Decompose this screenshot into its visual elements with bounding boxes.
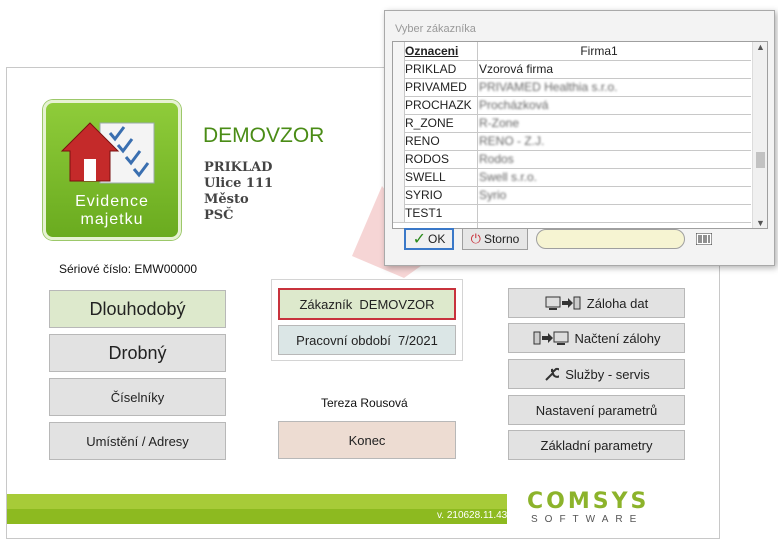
customer-name: PRIVAMED Healthia s.r.o. — [479, 80, 618, 94]
row-selector[interactable] — [393, 60, 405, 78]
customer-code: SWELL — [405, 170, 446, 184]
customer-name: RENO - Z.J. — [479, 134, 545, 148]
customer-code: PRIVAMED — [405, 80, 467, 94]
address-line: PRIKLAD — [204, 160, 273, 175]
button-label: Pracovní období 7/2021 — [296, 332, 438, 348]
button-label: Nastavení parametrů — [535, 402, 658, 418]
customer-row[interactable]: SWELL Swell s.r.o. — [393, 168, 751, 187]
address-line: Město — [204, 192, 249, 207]
small-assets-button[interactable]: Drobný — [49, 334, 226, 372]
customer-name: Syrio — [479, 188, 507, 202]
button-label: Drobný — [108, 342, 167, 363]
button-label: Číselníky — [110, 389, 165, 405]
button-label: Základní parametry — [540, 437, 653, 453]
user-name: Tereza Rousová — [321, 396, 408, 410]
exit-button[interactable]: Konec — [278, 421, 456, 459]
button-label: Zákazník DEMOVZOR — [299, 296, 435, 312]
row-selector — [393, 42, 405, 60]
row-selector[interactable] — [393, 132, 405, 150]
customer-name: Rodos — [479, 152, 514, 166]
customer-row[interactable]: R_ZONE R-Zone — [393, 114, 751, 133]
checkmark-icon: ✓ — [412, 231, 427, 248]
brand-subtitle: SOFTWARE — [531, 514, 644, 525]
customer-code: PROCHAZK — [405, 98, 472, 112]
customer-row[interactable]: SYRIO Syrio — [393, 186, 751, 205]
row-selector[interactable] — [393, 204, 405, 222]
column-header-name[interactable]: Firma1 — [479, 44, 719, 58]
backup-button[interactable]: Záloha dat — [508, 288, 685, 318]
row-selector[interactable] — [393, 186, 405, 204]
customer-grid: Oznaceni Firma1 PRIKLAD Vzorová firma PRIV… — [392, 41, 768, 229]
customer-code: TEST1 — [405, 206, 443, 220]
search-input[interactable] — [536, 229, 685, 249]
scroll-thumb[interactable] — [756, 152, 765, 168]
customer-button[interactable]: Zákazník DEMOVZOR — [278, 288, 456, 320]
power-icon: ⏻ — [470, 231, 481, 246]
customer-row[interactable]: RENO RENO - Z.J. — [393, 132, 751, 151]
customer-select-dialog: Vyber zákazníka Oznaceni Firma1 PRIKLAD V… — [384, 10, 775, 266]
serial-number: Sériové číslo: EMW00000 — [59, 262, 198, 276]
button-label: Služby - servis — [565, 366, 650, 382]
address-line: Ulice 111 — [204, 176, 274, 191]
footer-bar-strip — [7, 509, 507, 524]
row-selector[interactable] — [393, 96, 405, 114]
row-selector[interactable] — [393, 78, 405, 96]
customer-row[interactable]: PROCHAZK Procházková — [393, 96, 751, 115]
scroll-up-icon[interactable]: ▲ — [756, 42, 765, 52]
customer-row[interactable]: RODOS Rodos — [393, 150, 751, 169]
column-header-code[interactable]: Oznaceni — [405, 44, 477, 58]
wrench-icon — [543, 366, 560, 382]
button-label: Storno — [483, 232, 520, 246]
button-label: Načtení zálohy — [574, 330, 661, 346]
row-selector[interactable] — [393, 168, 405, 186]
version-label: v. 210628.11.43 — [437, 510, 508, 521]
customer-row[interactable]: PRIVAMED PRIVAMED Healthia s.r.o. — [393, 78, 751, 97]
grid-header: Oznaceni Firma1 — [393, 42, 751, 61]
period-button[interactable]: Pracovní období 7/2021 — [278, 325, 456, 355]
scroll-down-icon[interactable]: ▼ — [756, 218, 765, 228]
services-button[interactable]: Služby - servis — [508, 359, 685, 389]
customer-name: Procházková — [479, 98, 549, 112]
basic-params-button[interactable]: Základní parametry — [508, 430, 685, 460]
logo-line-2: majetku — [80, 211, 144, 228]
brand-name: COMSYS — [527, 489, 650, 514]
barcode-icon[interactable] — [696, 233, 712, 245]
codebooks-button[interactable]: Číselníky — [49, 378, 226, 416]
row-selector[interactable] — [393, 150, 405, 168]
button-label: Dlouhodobý — [89, 298, 186, 319]
customer-code: R_ZONE — [405, 116, 454, 130]
locations-button[interactable]: Umístění / Adresy — [49, 422, 226, 460]
long-term-assets-button[interactable]: Dlouhodobý — [49, 290, 226, 328]
company-name: DEMOVZOR — [203, 124, 325, 147]
house-checklist-icon — [60, 122, 155, 184]
customer-code: PRIKLAD — [405, 62, 457, 76]
logo-text: Evidence majetku — [46, 193, 178, 229]
customer-row[interactable]: TEST1 — [393, 204, 751, 223]
customer-code: RENO — [405, 134, 440, 148]
button-label: Umístění / Adresy — [86, 433, 189, 449]
customer-name: Vzorová firma — [479, 62, 554, 76]
restore-icon — [533, 330, 569, 346]
settings-button[interactable]: Nastavení parametrů — [508, 395, 685, 425]
ok-button[interactable]: ✓ OK — [404, 228, 454, 250]
backup-icon — [545, 295, 581, 311]
grid-scrollbar[interactable]: ▲ ▼ — [752, 42, 767, 228]
customer-row[interactable]: PRIKLAD Vzorová firma — [393, 60, 751, 79]
dialog-title: Vyber zákazníka — [395, 23, 476, 35]
button-label: Záloha dat — [586, 295, 649, 311]
row-selector[interactable] — [393, 114, 405, 132]
cancel-button[interactable]: ⏻ Storno — [462, 228, 528, 250]
customer-code: RODOS — [405, 152, 450, 166]
restore-button[interactable]: Načtení zálohy — [508, 323, 685, 353]
app-logo: Evidence majetku — [43, 100, 181, 240]
logo-line-1: Evidence — [75, 193, 149, 210]
customer-name: R-Zone — [479, 116, 520, 130]
brand-logo: COMSYS SOFTWARE — [527, 489, 649, 525]
button-label: Konec — [348, 432, 386, 448]
button-label: OK — [428, 232, 446, 246]
customer-code: SYRIO — [405, 188, 443, 202]
customer-name: Swell s.r.o. — [479, 170, 538, 184]
address-line: PSČ — [204, 208, 234, 223]
